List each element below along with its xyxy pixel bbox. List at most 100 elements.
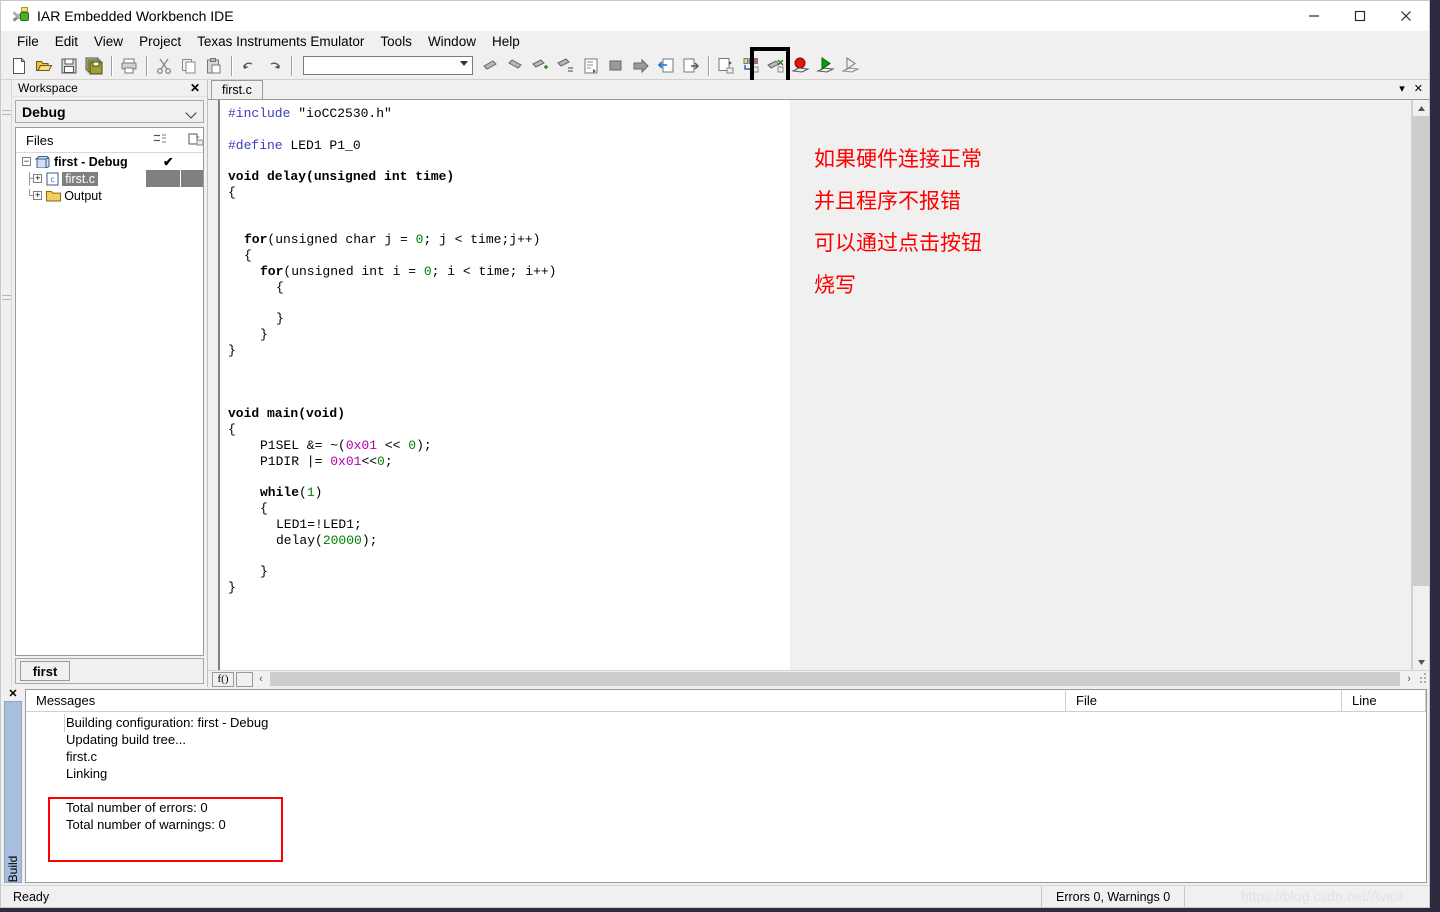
debug-without-download-icon[interactable] [654, 54, 678, 78]
disable-debug-icon[interactable] [764, 54, 788, 78]
expander-icon[interactable]: + [33, 191, 43, 200]
breakpoints-icon[interactable] [739, 54, 763, 78]
close-icon[interactable]: ✕ [1414, 82, 1423, 95]
code-line: void main(void) [228, 406, 346, 422]
code-line: { [228, 421, 236, 437]
tree-row-project[interactable]: − first - Debug ✔ [16, 153, 203, 170]
workspace-tab-first[interactable]: first [20, 661, 70, 681]
redo-icon[interactable] [262, 54, 286, 78]
menu-texas-instruments-emulator[interactable]: Texas Instruments Emulator [189, 32, 372, 51]
column-line[interactable]: Line [1342, 690, 1426, 711]
workspace-tab-bar: first [15, 658, 204, 684]
resize-grip[interactable] [1417, 672, 1429, 686]
make-icon[interactable] [604, 54, 628, 78]
compile-icon[interactable] [579, 54, 603, 78]
column-messages[interactable]: Messages [26, 690, 1066, 711]
scroll-track[interactable] [1413, 116, 1429, 654]
open-folder-icon[interactable] [32, 54, 56, 78]
code-line: P1DIR |= 0x01<<0; [260, 453, 393, 469]
code-line: P1SEL &= ~(0x01 << 0); [260, 437, 432, 453]
chevron-down-icon[interactable]: ▾ [1399, 82, 1405, 95]
messages-pane[interactable]: Messages File Line Building configuratio… [25, 689, 1427, 883]
menu-project[interactable]: Project [131, 32, 189, 51]
status-bar: Ready Errors 0, Warnings 0 https://blog.… [1, 885, 1429, 908]
editor-canvas[interactable]: #include "ioCC2530.h" #define LED1 P1_0 … [208, 100, 1412, 670]
menu-window[interactable]: Window [420, 32, 484, 51]
stop-debug-icon[interactable] [789, 54, 813, 78]
menu-file[interactable]: File [9, 32, 47, 51]
scroll-down-button[interactable] [1413, 654, 1429, 670]
expander-icon[interactable]: − [22, 157, 31, 166]
code-line: } [276, 311, 284, 327]
source-code[interactable]: #include "ioCC2530.h" #define LED1 P1_0 … [220, 100, 790, 596]
save-all-icon[interactable] [82, 54, 106, 78]
toolbar-separator [111, 55, 113, 76]
c-file-icon: c [46, 172, 59, 186]
close-icon[interactable]: ✕ [190, 81, 200, 95]
scroll-right-button[interactable]: › [1401, 672, 1417, 687]
svg-text:c: c [50, 175, 55, 184]
tree-row-source-file[interactable]: ├ + c first.c [16, 170, 203, 187]
search-combo[interactable] [303, 56, 473, 75]
menu-help[interactable]: Help [484, 32, 528, 51]
tree-label-output-folder: Output [64, 188, 102, 203]
main-toolbar [1, 47, 1429, 96]
close-icon[interactable]: ✕ [1, 687, 25, 701]
menu-view[interactable]: View [86, 32, 131, 51]
message-row[interactable]: Updating build tree... [26, 731, 1426, 748]
editor-horizontal-scrollbar[interactable]: f() ‹ › [208, 670, 1429, 687]
scroll-up-button[interactable] [1413, 100, 1429, 116]
menu-tools[interactable]: Tools [372, 32, 420, 51]
message-row[interactable]: Linking [26, 765, 1426, 782]
menu-bar: File Edit View Project Texas Instruments… [1, 31, 1429, 52]
status-errors-warnings: Errors 0, Warnings 0 [1041, 886, 1186, 908]
hscroll-track[interactable] [270, 672, 1400, 686]
code-pane[interactable]: #include "ioCC2530.h" #define LED1 P1_0 … [218, 100, 790, 670]
download-and-debug-icon[interactable] [814, 54, 838, 78]
menu-edit[interactable]: Edit [47, 32, 86, 51]
paste-icon[interactable] [202, 54, 226, 78]
column-file[interactable]: File [1066, 690, 1342, 711]
stop-build-icon[interactable] [629, 54, 653, 78]
undo-icon[interactable] [237, 54, 261, 78]
build-check-icon: ✔ [163, 155, 174, 169]
new-document-icon[interactable] [7, 54, 31, 78]
go-to-definition-icon[interactable] [714, 54, 738, 78]
messages-body[interactable]: Building configuration: first - Debug Up… [26, 712, 1426, 882]
save-icon[interactable] [57, 54, 81, 78]
title-bar: IAR Embedded Workbench IDE [1, 1, 1429, 31]
configuration-dropdown[interactable]: Debug [15, 100, 204, 123]
workspace-and-editor-area: Workspace ✕ Debug Files − first - Debug … [1, 80, 1429, 885]
goto-function-button[interactable]: f() [212, 671, 234, 687]
debug-without-downloading-icon[interactable] [839, 54, 863, 78]
cut-icon[interactable] [152, 54, 176, 78]
code-line: LED1=!LED1; [276, 516, 362, 532]
next-statement-icon[interactable] [679, 54, 703, 78]
message-row[interactable]: first.c [26, 748, 1426, 765]
project-tree[interactable]: Files − first - Debug ✔ ├ + c first.c └ … [15, 127, 204, 656]
project-icon [34, 155, 50, 169]
find-previous-icon[interactable] [479, 54, 503, 78]
editor-tab-first-c[interactable]: first.c [211, 80, 263, 99]
editor-tab-bar: first.c ▾ ✕ [208, 80, 1429, 100]
minimize-button[interactable] [1291, 1, 1337, 31]
bookmark-toggle-icon[interactable] [529, 54, 553, 78]
editor-toggle-button[interactable] [236, 671, 253, 687]
window-title: IAR Embedded Workbench IDE [37, 8, 234, 24]
code-line: #include "ioCC2530.h" [228, 106, 392, 121]
copy-icon[interactable] [177, 54, 201, 78]
tree-label-project: first - Debug [54, 154, 128, 169]
maximize-button[interactable] [1337, 1, 1383, 31]
build-tab[interactable]: Build [4, 701, 22, 883]
scroll-left-button[interactable]: ‹ [253, 672, 269, 687]
editor-vertical-scrollbar[interactable] [1412, 100, 1429, 670]
message-row[interactable]: Building configuration: first - Debug [26, 714, 1426, 731]
code-line: } [228, 342, 236, 358]
tree-row-output-folder[interactable]: └ + Output [16, 187, 203, 204]
print-icon[interactable] [117, 54, 141, 78]
bookmark-clear-icon[interactable] [554, 54, 578, 78]
close-button[interactable] [1383, 1, 1429, 31]
expander-icon[interactable]: + [33, 174, 43, 183]
find-next-icon[interactable] [504, 54, 528, 78]
